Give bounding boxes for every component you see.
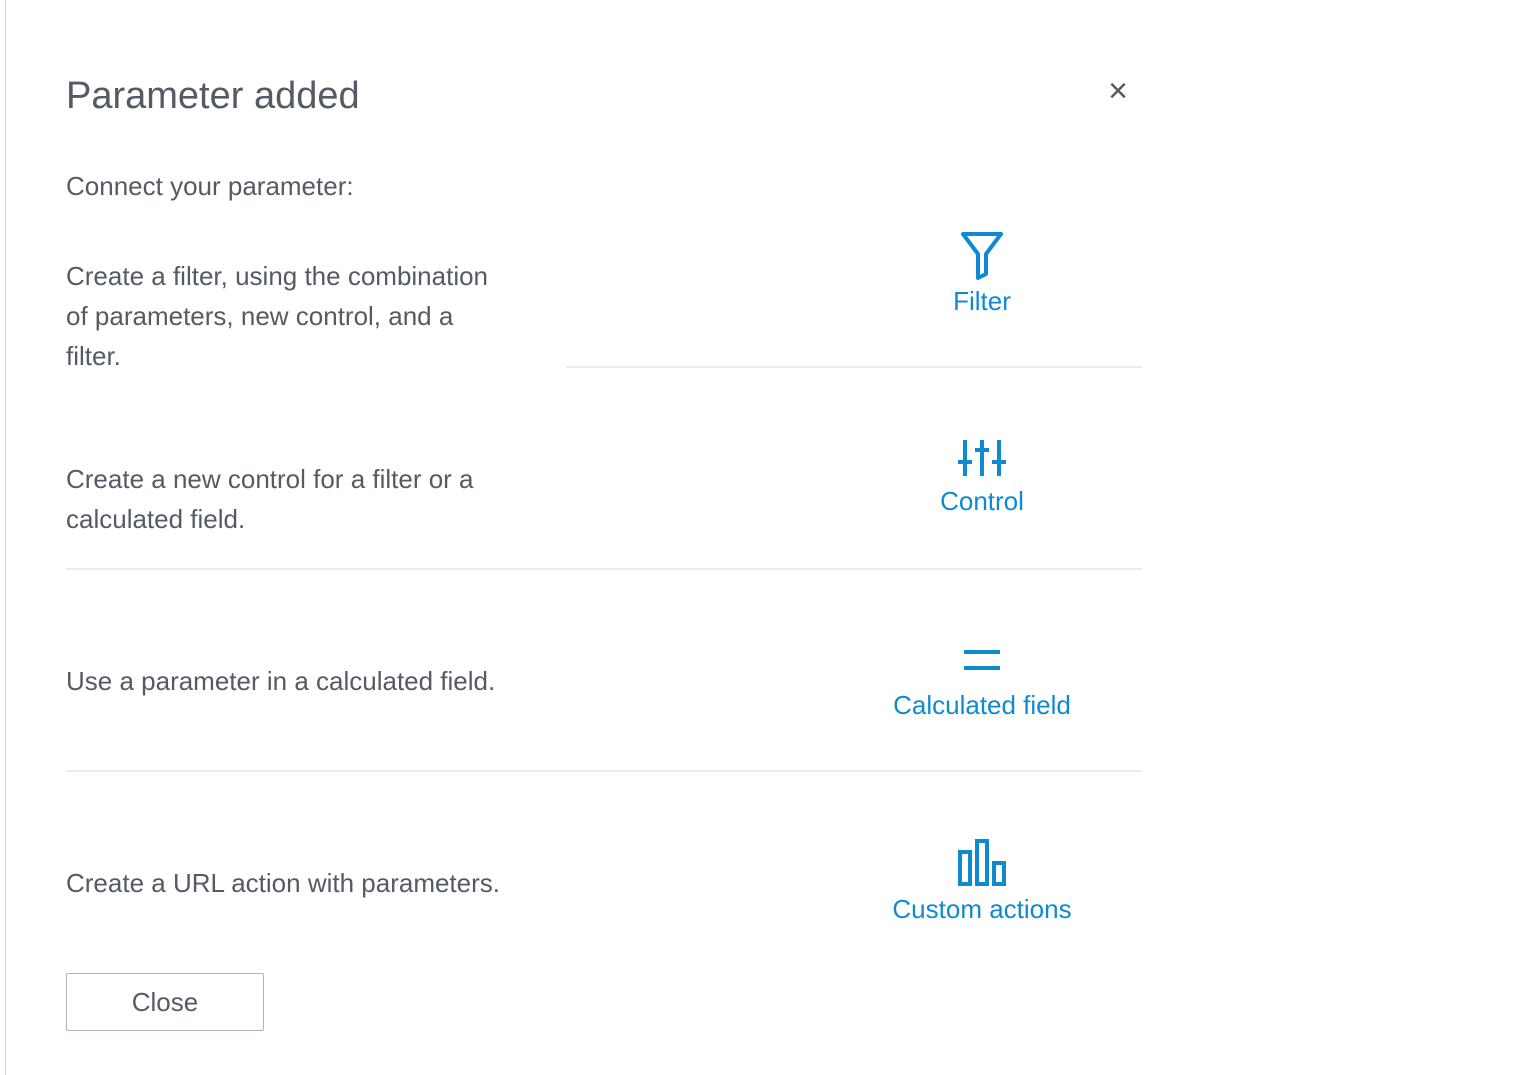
- control-action-label: Control: [940, 486, 1024, 516]
- description-line: calculated field.: [66, 504, 246, 534]
- parameter-added-dialog: Parameter added × Connect your parameter…: [66, 0, 1142, 1075]
- sliders-icon: [958, 440, 1006, 476]
- calculated-field-option-description: Use a parameter in a calculated field.: [66, 661, 495, 701]
- left-border: [5, 0, 6, 1075]
- calculated-field-action-button[interactable]: Calculated field: [882, 640, 1082, 722]
- dialog-subtitle: Connect your parameter:: [66, 171, 354, 201]
- description-line: filter.: [66, 341, 121, 371]
- description-line: Create a filter, using the combination: [66, 261, 489, 291]
- filter-action-button[interactable]: Filter: [882, 230, 1082, 318]
- description-line: Create a URL action with parameters.: [66, 868, 501, 898]
- divider: [66, 770, 1142, 772]
- divider: [66, 568, 1142, 570]
- dialog-title: Parameter added: [66, 75, 360, 117]
- equals-icon: [964, 650, 1000, 670]
- divider: [566, 366, 1142, 368]
- description-line: Use a parameter in a calculated field.: [66, 666, 496, 696]
- custom-actions-option-description: Create a URL action with parameters.: [66, 863, 500, 903]
- close-button[interactable]: Close: [66, 973, 264, 1031]
- control-option-description: Create a new control for a filter or a c…: [66, 459, 474, 539]
- calculated-field-action-label: Calculated field: [893, 690, 1071, 720]
- bar-chart-icon: [958, 839, 1006, 886]
- close-icon[interactable]: ×: [1102, 74, 1134, 108]
- description-line: Create a new control for a filter or a: [66, 464, 474, 494]
- custom-actions-action-label: Custom actions: [892, 894, 1072, 924]
- custom-actions-action-button[interactable]: Custom actions: [882, 838, 1082, 926]
- control-action-button[interactable]: Control: [882, 436, 1082, 518]
- filter-icon: [961, 232, 1003, 280]
- filter-action-label: Filter: [953, 286, 1011, 316]
- filter-option-description: Create a filter, using the combination o…: [66, 256, 488, 376]
- description-line: of parameters, new control, and a: [66, 301, 454, 331]
